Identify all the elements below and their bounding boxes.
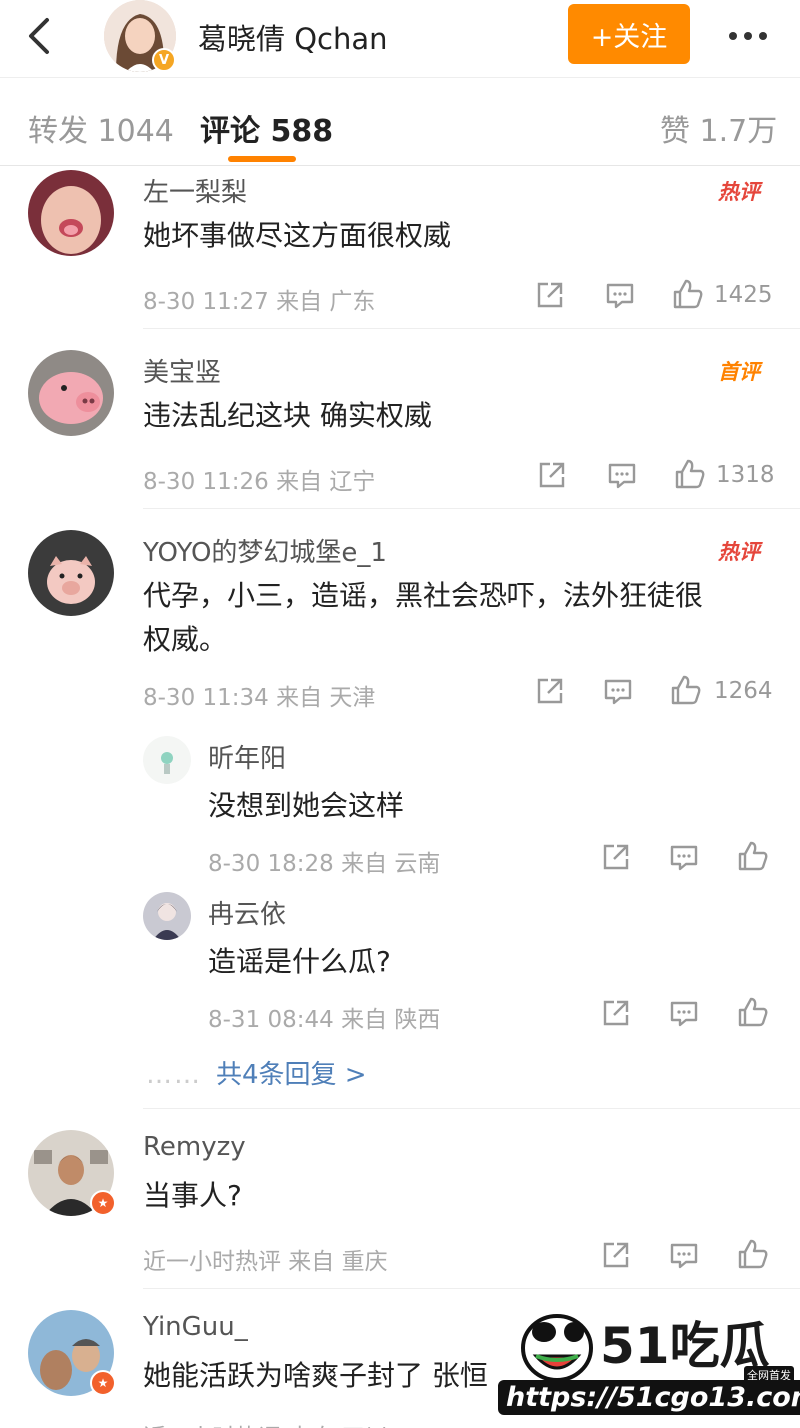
comment-icon[interactable] bbox=[604, 279, 636, 311]
divider bbox=[143, 508, 800, 509]
share-icon[interactable] bbox=[534, 279, 566, 311]
commenter-avatar[interactable] bbox=[28, 530, 114, 616]
like-count: 1264 bbox=[714, 678, 773, 704]
replier-name[interactable]: 冉云依 bbox=[208, 894, 286, 931]
comment-meta: 8-30 11:26 来自 辽宁 bbox=[143, 469, 376, 495]
commenter-name[interactable]: YOYO的梦幻城堡e_1 bbox=[143, 532, 387, 569]
commenter-avatar[interactable] bbox=[28, 350, 114, 436]
top-bar: V 葛晓倩 Qchan +关注 bbox=[0, 0, 800, 78]
hot-comment-badge: 热评 bbox=[718, 540, 760, 564]
comment-icon[interactable] bbox=[668, 997, 700, 1029]
active-tab-indicator bbox=[228, 156, 296, 162]
comment-text-line-2: 权威。 bbox=[143, 623, 228, 656]
share-icon[interactable] bbox=[600, 841, 632, 873]
comment-text: 她坏事做尽这方面很权威 bbox=[143, 219, 452, 252]
like-count: 1318 bbox=[716, 462, 775, 488]
replier-name[interactable]: 昕年阳 bbox=[208, 738, 286, 775]
share-icon[interactable] bbox=[600, 997, 632, 1029]
share-icon[interactable] bbox=[600, 1239, 632, 1271]
tab-likes[interactable]: 赞 1.7万 bbox=[660, 106, 777, 150]
comment-icon[interactable] bbox=[668, 1239, 700, 1271]
commenter-name[interactable]: 美宝竖 bbox=[143, 352, 221, 389]
more-replies-label: 共4条回复 > bbox=[216, 1060, 367, 1090]
comment-meta: 8-30 11:34 来自 天津 bbox=[143, 685, 376, 711]
commenter-name[interactable]: YinGuu_ bbox=[143, 1312, 248, 1342]
back-arrow-icon[interactable] bbox=[18, 12, 58, 60]
author-name[interactable]: 葛晓倩 Qchan bbox=[198, 16, 388, 58]
comment-meta: 近一小时热评 来自 四川 bbox=[143, 1418, 388, 1428]
site-watermark: 51吃瓜 全网首发 https://51cgo13.com bbox=[498, 1298, 800, 1424]
like-icon[interactable] bbox=[736, 839, 768, 871]
replier-avatar[interactable] bbox=[143, 892, 191, 940]
commenter-avatar[interactable] bbox=[28, 170, 114, 256]
user-level-badge-icon: ★ bbox=[90, 1370, 116, 1396]
view-more-replies-link[interactable]: …… 共4条回复 > bbox=[146, 1054, 367, 1091]
replier-avatar[interactable] bbox=[143, 736, 191, 784]
comment-icon[interactable] bbox=[606, 459, 638, 491]
share-icon[interactable] bbox=[536, 459, 568, 491]
reply-meta: 8-30 18:28 来自 云南 bbox=[208, 851, 441, 877]
like-icon[interactable] bbox=[736, 995, 768, 1027]
comment-icon[interactable] bbox=[602, 675, 634, 707]
comment-meta: 近一小时热评 来自 重庆 bbox=[143, 1249, 388, 1275]
comment-text-line-1: 代孕，小三，造谣，黑社会恐吓，法外狂徒很 bbox=[143, 579, 704, 612]
divider bbox=[143, 1108, 800, 1109]
first-comment-badge: 首评 bbox=[718, 360, 760, 384]
like-count: 1425 bbox=[714, 282, 773, 308]
like-icon[interactable] bbox=[673, 457, 705, 489]
reply-text: 造谣是什么瓜? bbox=[208, 945, 391, 978]
tab-comments[interactable]: 评论 588 bbox=[200, 106, 333, 150]
tab-bar: 转发 1044 评论 588 赞 1.7万 bbox=[0, 80, 800, 166]
like-icon[interactable] bbox=[671, 277, 703, 309]
comment-text: 当事人? bbox=[143, 1179, 242, 1212]
more-options-icon[interactable] bbox=[722, 18, 774, 54]
like-icon[interactable] bbox=[736, 1237, 768, 1269]
verified-badge-icon: V bbox=[152, 48, 176, 72]
watermark-url: https://51cgo13.com bbox=[498, 1380, 800, 1415]
share-icon[interactable] bbox=[534, 675, 566, 707]
reply-meta: 8-31 08:44 来自 陕西 bbox=[208, 1007, 441, 1033]
watermelon-mascot-icon bbox=[516, 1302, 598, 1386]
like-icon[interactable] bbox=[669, 673, 701, 705]
follow-button[interactable]: +关注 bbox=[568, 4, 690, 64]
hot-comment-badge: 热评 bbox=[718, 180, 760, 204]
comment-meta: 8-30 11:27 来自 广东 bbox=[143, 289, 376, 315]
divider bbox=[143, 1288, 800, 1289]
more-replies-dots: …… bbox=[146, 1060, 202, 1090]
comment-text: 违法乱纪这块 确实权威 bbox=[143, 399, 432, 432]
commenter-name[interactable]: Remyzy bbox=[143, 1132, 246, 1162]
reply-text: 没想到她会这样 bbox=[208, 789, 405, 822]
user-level-badge-icon: ★ bbox=[90, 1190, 116, 1216]
commenter-name[interactable]: 左一梨梨 bbox=[143, 172, 247, 209]
divider bbox=[143, 328, 800, 329]
comment-icon[interactable] bbox=[668, 841, 700, 873]
tab-reposts[interactable]: 转发 1044 bbox=[28, 106, 174, 150]
